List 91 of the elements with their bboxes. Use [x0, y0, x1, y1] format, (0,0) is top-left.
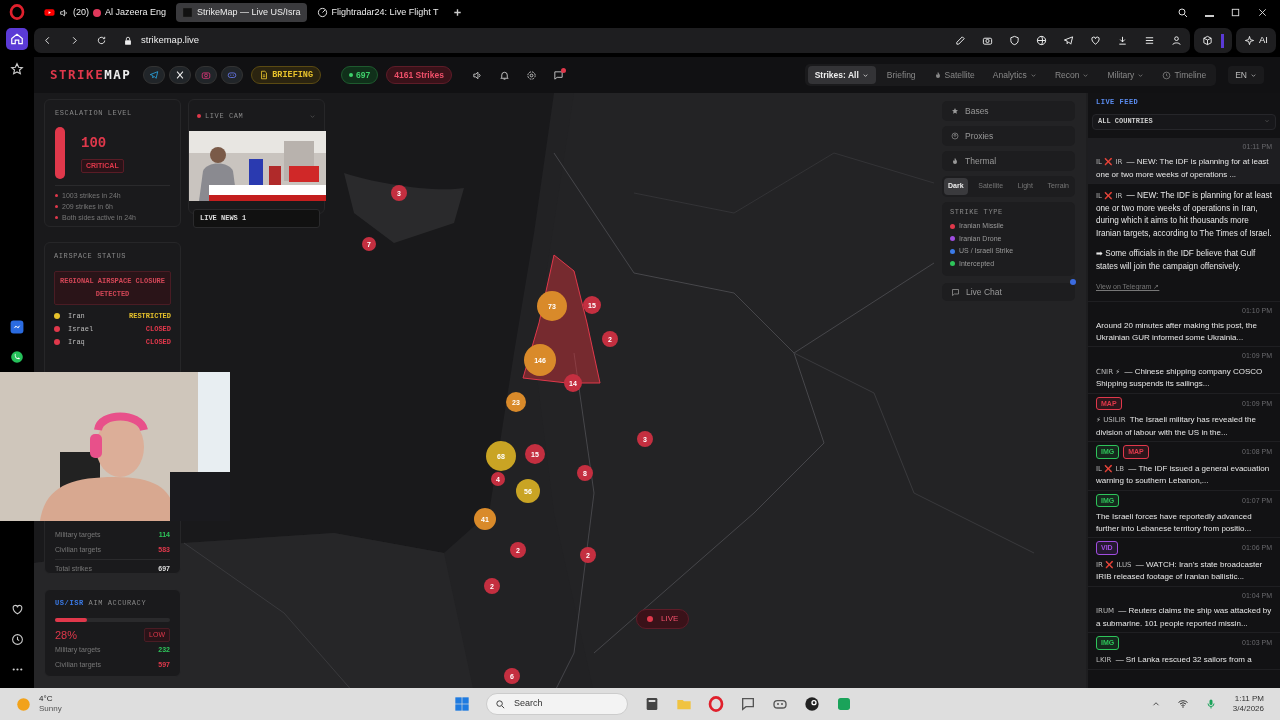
person-icon	[1171, 35, 1182, 46]
globe-icon	[1036, 35, 1047, 46]
new-tab-button[interactable]	[452, 7, 464, 18]
taskbar-app[interactable]	[644, 696, 660, 712]
camera-icon	[201, 70, 212, 80]
reload-icon	[96, 35, 107, 46]
wifi-icon	[1176, 698, 1189, 710]
browser-tab[interactable]: (20) Al Jazeera Eng	[38, 3, 173, 22]
star-icon	[10, 62, 24, 76]
gamepad-icon	[227, 70, 238, 80]
language-select[interactable]: EN	[1228, 65, 1264, 85]
download-icon	[1117, 35, 1128, 46]
minimize-icon[interactable]	[1205, 14, 1214, 17]
document-icon	[259, 70, 270, 80]
o-logo-icon	[708, 696, 724, 712]
x-letter-icon	[175, 70, 186, 80]
search-icon	[1177, 6, 1189, 19]
paper-plane-icon	[149, 70, 160, 80]
cube-icon	[1202, 35, 1213, 46]
feed-text: The Israeli forces have reportedly advanced further into Lebanese territory from positio...	[1096, 511, 1253, 534]
notifications-button[interactable]	[498, 69, 510, 81]
shield-icon	[1009, 35, 1020, 46]
menu-icon	[1144, 35, 1155, 46]
bell-icon	[498, 69, 510, 81]
speaker-icon	[59, 7, 69, 18]
speaker-icon	[471, 69, 483, 81]
lock-icon	[123, 35, 133, 46]
microphone-icon	[1204, 698, 1217, 710]
nav-tab[interactable]: Strikes: All	[807, 65, 876, 85]
taskbar-search[interactable]: Search	[486, 693, 628, 715]
weather-text: Sunny	[39, 704, 62, 714]
search-icon	[495, 698, 506, 710]
browser-tab[interactable]: StrikeMap — Live US/Isra	[176, 3, 307, 22]
caret-icon	[1264, 118, 1270, 125]
edit-icon	[955, 35, 966, 46]
mute-button[interactable]	[471, 69, 483, 81]
phone-chat-icon	[10, 350, 24, 364]
clock-date: 3/4/2026	[1232, 704, 1264, 714]
settings-icon	[525, 69, 537, 81]
taskbar-app[interactable]	[804, 696, 820, 712]
live-count-badge: 697	[341, 66, 379, 84]
lightning-chat-icon	[10, 320, 24, 334]
strike-count-badge: 4161 Strikes	[386, 66, 452, 84]
notification-dot	[560, 67, 566, 73]
chat-icon	[740, 696, 756, 712]
feed-text: ➡ Some officials in the IDF believe that Gulf states will join the campaign offensively.	[1096, 248, 1257, 273]
chat-button[interactable]	[552, 69, 564, 81]
heart-icon	[10, 602, 24, 616]
plus-icon	[452, 7, 464, 18]
chat-icon	[552, 69, 564, 81]
sparkle-icon	[1244, 35, 1255, 46]
camera-icon	[982, 35, 993, 46]
nav-tab[interactable]: Timeline	[1155, 65, 1214, 85]
sidebar-button[interactable]	[6, 28, 28, 50]
nav-tab[interactable]: Satellite	[926, 65, 982, 85]
caret-icon	[1250, 71, 1257, 79]
ai-button[interactable]: AI	[1236, 28, 1276, 53]
square-icon	[182, 7, 194, 18]
send-icon	[1063, 35, 1074, 46]
clock-icon	[10, 632, 24, 646]
document-icon	[644, 696, 660, 712]
heart-icon	[1090, 35, 1101, 46]
strikemap-logo[interactable]: STRIKEMAP	[50, 65, 132, 85]
browser-tab[interactable]: Flightradar24: Live Flight T	[310, 3, 445, 22]
maximize-icon	[1230, 7, 1241, 18]
home-icon	[10, 32, 24, 46]
accent-bar	[1221, 33, 1224, 48]
sun-icon	[16, 696, 31, 712]
temperature-text: 4°C	[39, 694, 54, 704]
close-icon	[1257, 7, 1268, 18]
briefing-button[interactable]: BRIEFING	[251, 66, 322, 84]
url-text[interactable]: strikemap.live	[141, 33, 200, 48]
nav-tab[interactable]: Briefing	[879, 65, 923, 85]
play-icon	[44, 7, 55, 18]
social-button[interactable]	[169, 66, 192, 84]
windows-logo-icon	[454, 696, 470, 712]
round-app-icon	[804, 696, 820, 712]
o-logo-icon	[9, 4, 25, 20]
clock-icon	[1162, 70, 1172, 80]
audio-dot	[93, 8, 101, 17]
app-icon	[836, 696, 852, 712]
start-button[interactable]	[454, 696, 470, 712]
feed-text: Around 20 minutes after making this post, the Ukrainian GUR informed some Ukrainia...	[1096, 320, 1258, 343]
nav-tab[interactable]: Military	[1100, 65, 1152, 85]
clock-time: 1:11 PM	[1233, 694, 1264, 704]
settings-button[interactable]	[525, 69, 537, 81]
radar-icon	[316, 7, 328, 18]
flame-icon	[933, 71, 942, 79]
nav-tab[interactable]: Recon	[1047, 65, 1097, 85]
nav-tab[interactable]: Analytics	[985, 65, 1044, 85]
live-dot	[349, 73, 354, 77]
